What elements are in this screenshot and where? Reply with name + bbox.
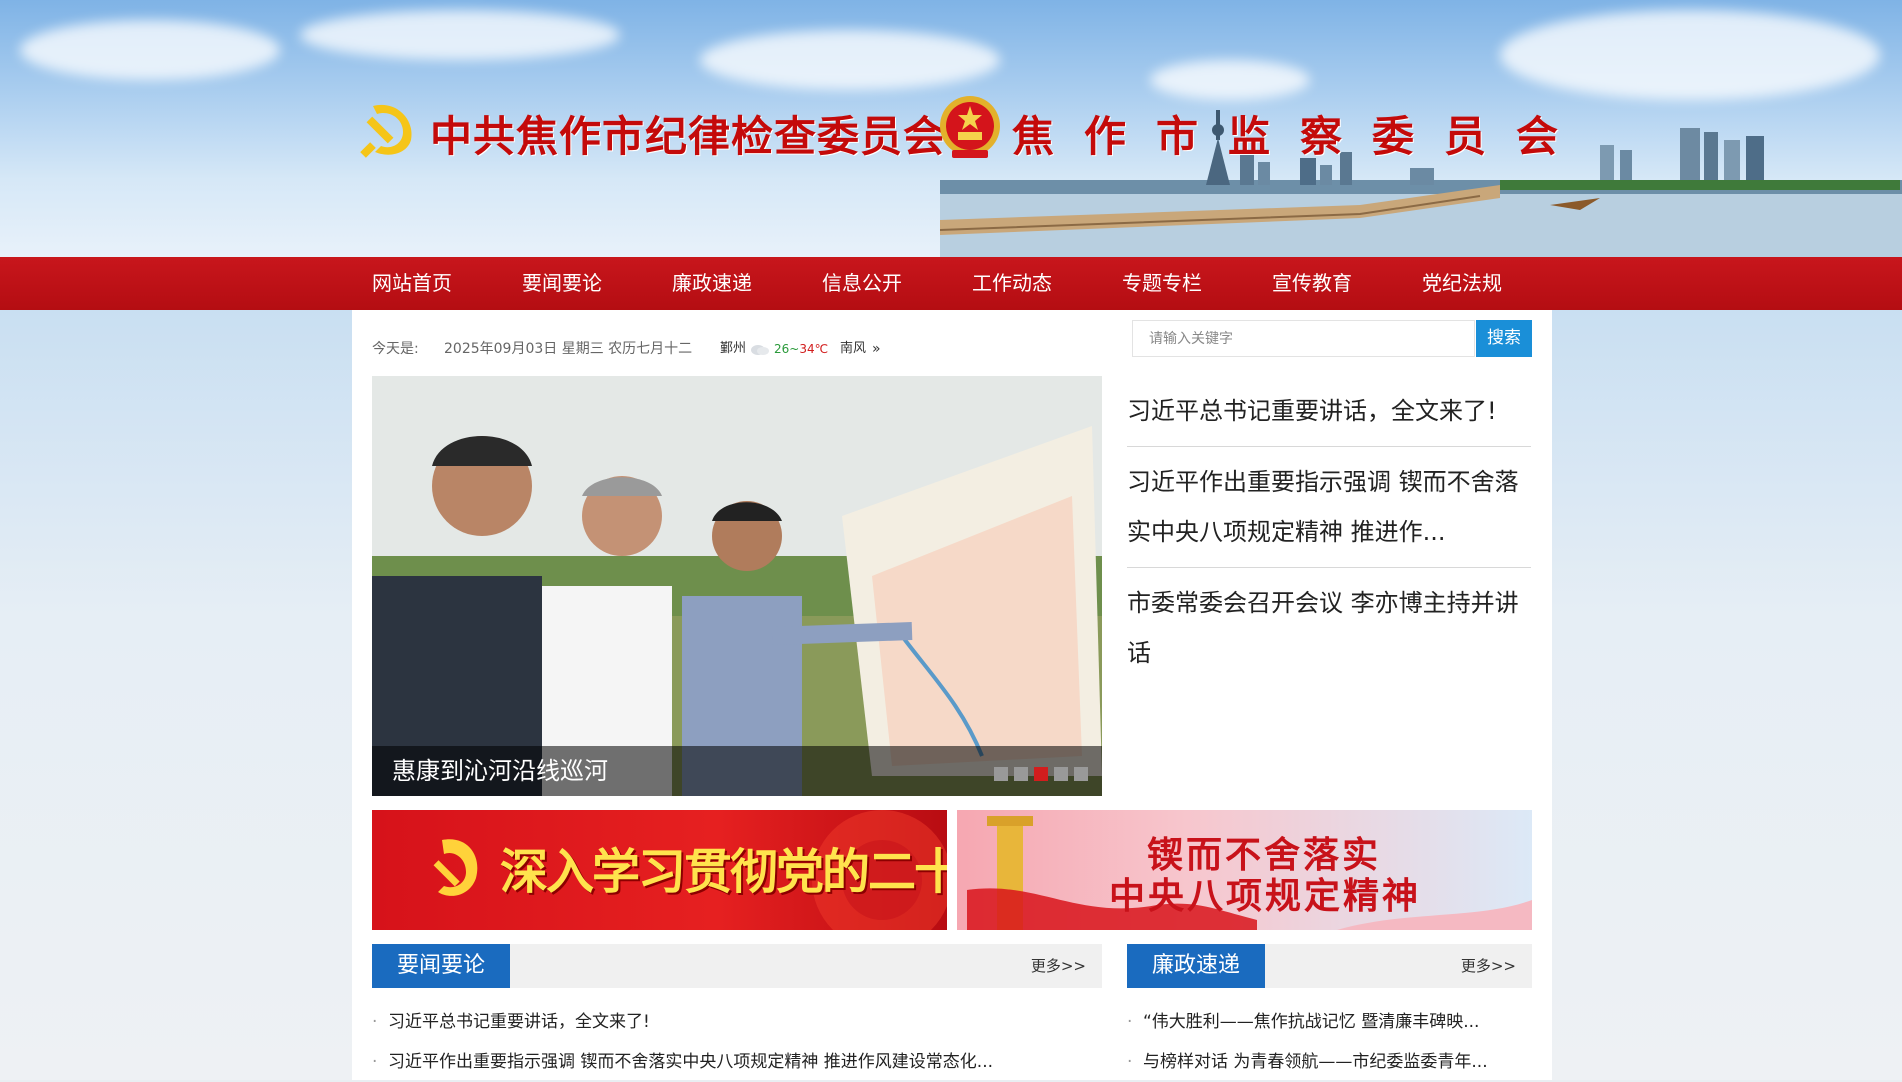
list-item[interactable]: 与榜样对话 为青春领航——市纪委监委青年... <box>1127 1042 1532 1082</box>
nav-item-topics[interactable]: 专题专栏 <box>1102 257 1222 310</box>
section-header: 要闻要论 更多>> <box>372 944 1102 988</box>
banner-ad-party-spirit[interactable]: 深入学习贯彻党的二十大精神 <box>372 810 947 930</box>
nav-item-regulations[interactable]: 党纪法规 <box>1402 257 1522 310</box>
carousel-photo <box>372 376 1102 796</box>
cloud-decoration <box>20 20 280 80</box>
main-content: 今天是: 2025年09月03日 星期三 农历七月十二 鄞州 26~34℃ 南风… <box>352 310 1552 1082</box>
weather-cloud-icon <box>750 330 770 368</box>
search-input[interactable]: 请输入关键字 <box>1132 320 1475 357</box>
headline-item[interactable]: 市委常委会召开会议 李亦博主持并讲话 <box>1127 568 1531 688</box>
ad-text-party-spirit: 深入学习贯彻党的二十大精神 <box>500 844 947 900</box>
section-integrity-list: “伟大胜利——焦作抗战记忆 暨清廉丰碑映... 与榜样对话 为青春领航——市纪委… <box>1127 988 1532 1082</box>
carousel-dot-active[interactable] <box>1034 767 1048 781</box>
cloud-decoration <box>700 30 1000 90</box>
weather-city: 鄞州 <box>720 341 747 356</box>
org-title-commission: 中共焦作市纪律检查委员会 <box>430 112 947 161</box>
header-banner: 中共焦作市纪律检查委员会 焦作市监察委员会 <box>0 0 1902 257</box>
list-item[interactable]: 习近平总书记重要讲话，全文来了! <box>372 1002 1102 1042</box>
section-integrity: 廉政速递 更多>> “伟大胜利——焦作抗战记忆 暨清廉丰碑映... 与榜样对话 … <box>1127 944 1532 1082</box>
main-nav: 网站首页 要闻要论 廉政速递 信息公开 工作动态 专题专栏 宣传教育 党纪法规 <box>0 257 1902 310</box>
cloud-decoration <box>1150 60 1310 100</box>
cloud-decoration <box>300 10 620 60</box>
national-emblem-icon <box>940 96 1000 158</box>
weather-wind: 南风 <box>840 341 867 356</box>
carousel-dot[interactable] <box>1054 767 1068 781</box>
nav-item-home[interactable]: 网站首页 <box>352 257 472 310</box>
ad-text-line2: 中央八项规定精神 <box>1109 876 1422 917</box>
headline-item[interactable]: 习近平总书记重要讲话，全文来了! <box>1127 376 1531 447</box>
section-news-list: 习近平总书记重要讲话，全文来了! 习近平作出重要指示强调 锲而不舍落实中央八项规… <box>372 988 1102 1082</box>
section-header: 廉政速递 更多>> <box>1127 944 1532 988</box>
weather-more-icon[interactable]: » <box>872 330 881 368</box>
section-title-news[interactable]: 要闻要论 <box>372 944 510 988</box>
section-news: 要闻要论 更多>> 习近平总书记重要讲话，全文来了! 习近平作出重要指示强调 锲… <box>372 944 1102 1082</box>
carousel-dot[interactable] <box>994 767 1008 781</box>
carousel-dot[interactable] <box>1014 767 1028 781</box>
date-text: 2025年09月03日 星期三 农历七月十二 <box>444 341 693 357</box>
date-label: 今天是: <box>372 341 419 357</box>
banner-ad-eight-rules[interactable]: 锲而不舍落实 中央八项规定精神 <box>957 810 1532 930</box>
section-more-link[interactable]: 更多>> <box>1031 944 1086 988</box>
list-item[interactable]: 习近平作出重要指示强调 锲而不舍落实中央八项规定精神 推进作风建设常态化... <box>372 1042 1102 1082</box>
nav-item-disclosure[interactable]: 信息公开 <box>802 257 922 310</box>
carousel-indicators <box>988 766 1088 781</box>
news-carousel[interactable]: 惠康到沁河沿线巡河 <box>372 376 1102 796</box>
section-title-integrity[interactable]: 廉政速递 <box>1127 944 1265 988</box>
nav-item-work[interactable]: 工作动态 <box>952 257 1072 310</box>
headline-item[interactable]: 习近平作出重要指示强调 锲而不舍落实中央八项规定精神 推进作... <box>1127 447 1531 568</box>
section-more-link[interactable]: 更多>> <box>1461 944 1516 988</box>
headline-list: 习近平总书记重要讲话，全文来了! 习近平作出重要指示强调 锲而不舍落实中央八项规… <box>1127 376 1531 688</box>
party-emblem-icon <box>360 104 412 158</box>
nav-item-news[interactable]: 要闻要论 <box>502 257 622 310</box>
search-button[interactable]: 搜索 <box>1476 320 1532 357</box>
weather-temperature: 26~34℃ <box>774 342 829 356</box>
carousel-dot[interactable] <box>1074 767 1088 781</box>
nav-item-integrity[interactable]: 廉政速递 <box>652 257 772 310</box>
cloud-decoration <box>1500 10 1880 100</box>
org-title-supervision: 焦作市监察委员会 <box>1012 112 1589 161</box>
list-item[interactable]: “伟大胜利——焦作抗战记忆 暨清廉丰碑映... <box>1127 1002 1532 1042</box>
nav-item-education[interactable]: 宣传教育 <box>1252 257 1372 310</box>
